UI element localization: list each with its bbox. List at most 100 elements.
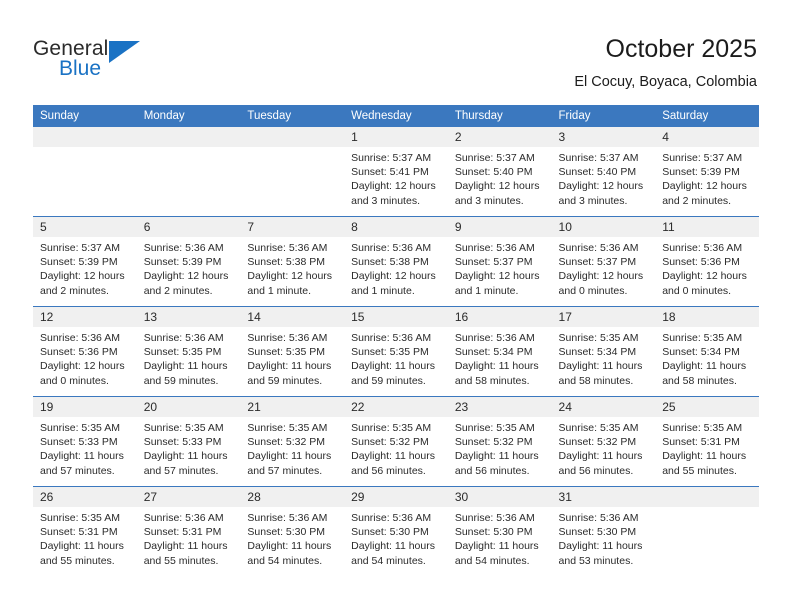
sunrise-text: Sunrise: 5:36 AM [454, 242, 535, 254]
day-number: 12 [33, 307, 137, 327]
calendar-cell-day[interactable]: 7 Sunrise: 5:36 AM Sunset: 5:38 PM Daylight… [240, 216, 345, 307]
calendar-cell-day[interactable]: 26 Sunrise: 5:35 AM Sunset: 5:31 PM Dayligh… [33, 486, 137, 576]
calendar-cell-day[interactable]: 1 Sunrise: 5:37 AM Sunset: 5:41 PM Daylight… [344, 127, 448, 217]
calendar-cell-day[interactable]: 5 Sunrise: 5:37 AM Sunset: 5:39 PM Daylight… [33, 216, 137, 307]
calendar-cell-day[interactable]: 9 Sunrise: 5:36 AM Sunset: 5:37 PM Daylight… [447, 216, 552, 307]
day-number: 3 [551, 127, 656, 147]
sunrise-text: Sunrise: 5:35 AM [247, 422, 328, 434]
sunset-text: Sunset: 5:31 PM [40, 526, 118, 539]
daylight-text: Daylight: 12 hours and 3 minutes. [351, 180, 436, 207]
calendar-cell-empty [240, 127, 345, 217]
weekday-header-thursday: Thursday [447, 105, 552, 127]
daylight-text: Daylight: 12 hours and 2 minutes. [662, 180, 747, 207]
calendar-cell-day[interactable]: 20 Sunrise: 5:35 AM Sunset: 5:33 PM Dayligh… [136, 396, 241, 487]
daylight-text: Daylight: 11 hours and 55 minutes. [662, 450, 747, 477]
calendar-cell-day[interactable]: 2 Sunrise: 5:37 AM Sunset: 5:40 PM Daylight… [447, 127, 552, 217]
calendar-cell-day[interactable]: 27 Sunrise: 5:36 AM Sunset: 5:31 PM Dayligh… [136, 486, 241, 576]
day-number [240, 127, 345, 147]
calendar-cell-day[interactable]: 24 Sunrise: 5:35 AM Sunset: 5:32 PM Dayligh… [551, 396, 656, 487]
sunset-text: Sunset: 5:32 PM [558, 436, 637, 449]
sunrise-text: Sunrise: 5:36 AM [351, 512, 432, 524]
weekday-header-friday: Friday [551, 105, 656, 127]
page-subtitle: El Cocuy, Boyaca, Colombia [574, 74, 757, 90]
calendar-cell-day[interactable]: 3 Sunrise: 5:37 AM Sunset: 5:40 PM Daylight… [551, 127, 656, 217]
sunset-text: Sunset: 5:37 PM [558, 256, 637, 269]
day-number: 26 [33, 487, 137, 507]
day-details: Sunrise: 5:36 AM Sunset: 5:35 PM Daylight:… [240, 327, 344, 388]
daylight-text: Daylight: 11 hours and 56 minutes. [558, 450, 643, 477]
day-details: Sunrise: 5:35 AM Sunset: 5:34 PM Daylight:… [655, 327, 759, 388]
calendar-cell-day[interactable]: 29 Sunrise: 5:36 AM Sunset: 5:30 PM Dayligh… [344, 486, 448, 576]
sunrise-text: Sunrise: 5:35 AM [662, 332, 743, 344]
calendar-week-row: 26 Sunrise: 5:35 AM Sunset: 5:31 PM Dayligh… [33, 486, 759, 576]
calendar-cell-day[interactable]: 10 Sunrise: 5:36 AM Sunset: 5:37 PM Dayligh… [551, 216, 656, 307]
calendar-cell-day[interactable]: 8 Sunrise: 5:36 AM Sunset: 5:38 PM Daylight… [344, 216, 448, 307]
general-blue-logo: General Blue [33, 37, 163, 85]
daylight-text: Daylight: 11 hours and 59 minutes. [247, 360, 332, 387]
day-details: Sunrise: 5:37 AM Sunset: 5:39 PM Daylight:… [655, 147, 759, 208]
calendar-grid: Sunday Monday Tuesday Wednesday Thursday… [33, 105, 759, 576]
daylight-text: Daylight: 12 hours and 1 minute. [351, 270, 436, 297]
calendar-cell-day[interactable]: 16 Sunrise: 5:36 AM Sunset: 5:34 PM Dayligh… [447, 306, 552, 397]
day-number: 27 [136, 487, 241, 507]
day-details: Sunrise: 5:36 AM Sunset: 5:37 PM Daylight:… [552, 237, 656, 298]
sunset-text: Sunset: 5:34 PM [454, 346, 533, 359]
sunrise-text: Sunrise: 5:35 AM [143, 422, 224, 434]
day-details: Sunrise: 5:35 AM Sunset: 5:32 PM Daylight:… [240, 417, 344, 478]
sunrise-text: Sunrise: 5:35 AM [662, 422, 743, 434]
day-number: 13 [136, 307, 241, 327]
calendar-cell-day[interactable]: 6 Sunrise: 5:36 AM Sunset: 5:39 PM Daylight… [136, 216, 241, 307]
sunrise-text: Sunrise: 5:35 AM [558, 332, 639, 344]
calendar-cell-day[interactable]: 17 Sunrise: 5:35 AM Sunset: 5:34 PM Dayligh… [551, 306, 656, 397]
sunset-text: Sunset: 5:35 PM [351, 346, 429, 359]
calendar-cell-day[interactable]: 25 Sunrise: 5:35 AM Sunset: 5:31 PM Dayligh… [655, 396, 759, 487]
day-number: 6 [136, 217, 241, 237]
logo-triangle-icon [109, 41, 140, 63]
calendar-cell-day[interactable]: 13 Sunrise: 5:36 AM Sunset: 5:35 PM Dayligh… [136, 306, 241, 397]
sunset-text: Sunset: 5:40 PM [454, 166, 533, 179]
calendar-cell-day[interactable]: 19 Sunrise: 5:35 AM Sunset: 5:33 PM Dayligh… [33, 396, 137, 487]
calendar-cell-day[interactable]: 22 Sunrise: 5:35 AM Sunset: 5:32 PM Dayligh… [344, 396, 448, 487]
daylight-text: Daylight: 12 hours and 2 minutes. [143, 270, 229, 297]
calendar-cell-day[interactable]: 15 Sunrise: 5:36 AM Sunset: 5:35 PM Dayligh… [344, 306, 448, 397]
calendar-cell-day[interactable]: 30 Sunrise: 5:36 AM Sunset: 5:30 PM Dayligh… [447, 486, 552, 576]
day-number: 31 [551, 487, 656, 507]
sunset-text: Sunset: 5:39 PM [662, 166, 740, 179]
day-details: Sunrise: 5:37 AM Sunset: 5:39 PM Daylight:… [33, 237, 137, 298]
sunrise-text: Sunrise: 5:36 AM [558, 242, 639, 254]
day-number [33, 127, 137, 147]
day-details: Sunrise: 5:36 AM Sunset: 5:36 PM Daylight:… [33, 327, 137, 388]
daylight-text: Daylight: 12 hours and 3 minutes. [454, 180, 540, 207]
sunset-text: Sunset: 5:40 PM [558, 166, 637, 179]
calendar-cell-day[interactable]: 4 Sunrise: 5:37 AM Sunset: 5:39 PM Daylight… [655, 127, 759, 217]
sunset-text: Sunset: 5:32 PM [351, 436, 429, 449]
calendar-cell-day[interactable]: 31 Sunrise: 5:36 AM Sunset: 5:30 PM Dayligh… [551, 486, 656, 576]
daylight-text: Daylight: 11 hours and 58 minutes. [662, 360, 747, 387]
day-details: Sunrise: 5:35 AM Sunset: 5:32 PM Daylight:… [344, 417, 448, 478]
calendar-week-row: 1 Sunrise: 5:37 AM Sunset: 5:41 PM Daylight… [33, 127, 759, 217]
sunset-text: Sunset: 5:41 PM [351, 166, 429, 179]
day-number: 30 [447, 487, 552, 507]
daylight-text: Daylight: 11 hours and 55 minutes. [143, 540, 228, 567]
sunrise-text: Sunrise: 5:36 AM [143, 332, 224, 344]
day-number: 9 [447, 217, 552, 237]
calendar-cell-day[interactable]: 28 Sunrise: 5:36 AM Sunset: 5:30 PM Dayligh… [240, 486, 345, 576]
day-details: Sunrise: 5:36 AM Sunset: 5:31 PM Daylight:… [137, 507, 241, 568]
weekday-header-monday: Monday [136, 105, 241, 127]
day-number: 16 [447, 307, 552, 327]
calendar-cell-day[interactable]: 18 Sunrise: 5:35 AM Sunset: 5:34 PM Dayligh… [655, 306, 759, 397]
day-details: Sunrise: 5:35 AM Sunset: 5:32 PM Daylight:… [552, 417, 656, 478]
calendar-cell-day[interactable]: 21 Sunrise: 5:35 AM Sunset: 5:32 PM Dayligh… [240, 396, 345, 487]
calendar-cell-day[interactable]: 14 Sunrise: 5:36 AM Sunset: 5:35 PM Dayligh… [240, 306, 345, 397]
daylight-text: Daylight: 11 hours and 58 minutes. [558, 360, 643, 387]
calendar-cell-day[interactable]: 23 Sunrise: 5:35 AM Sunset: 5:32 PM Dayligh… [447, 396, 552, 487]
day-number: 7 [240, 217, 345, 237]
calendar-cell-day[interactable]: 11 Sunrise: 5:36 AM Sunset: 5:36 PM Dayligh… [655, 216, 759, 307]
daylight-text: Daylight: 12 hours and 2 minutes. [40, 270, 125, 297]
calendar-week-row: 12 Sunrise: 5:36 AM Sunset: 5:36 PM Dayligh… [33, 306, 759, 397]
sunrise-text: Sunrise: 5:36 AM [247, 512, 328, 524]
weekday-header-tuesday: Tuesday [240, 105, 345, 127]
sunrise-text: Sunrise: 5:36 AM [454, 332, 535, 344]
day-number: 29 [344, 487, 448, 507]
calendar-cell-day[interactable]: 12 Sunrise: 5:36 AM Sunset: 5:36 PM Dayligh… [33, 306, 137, 397]
